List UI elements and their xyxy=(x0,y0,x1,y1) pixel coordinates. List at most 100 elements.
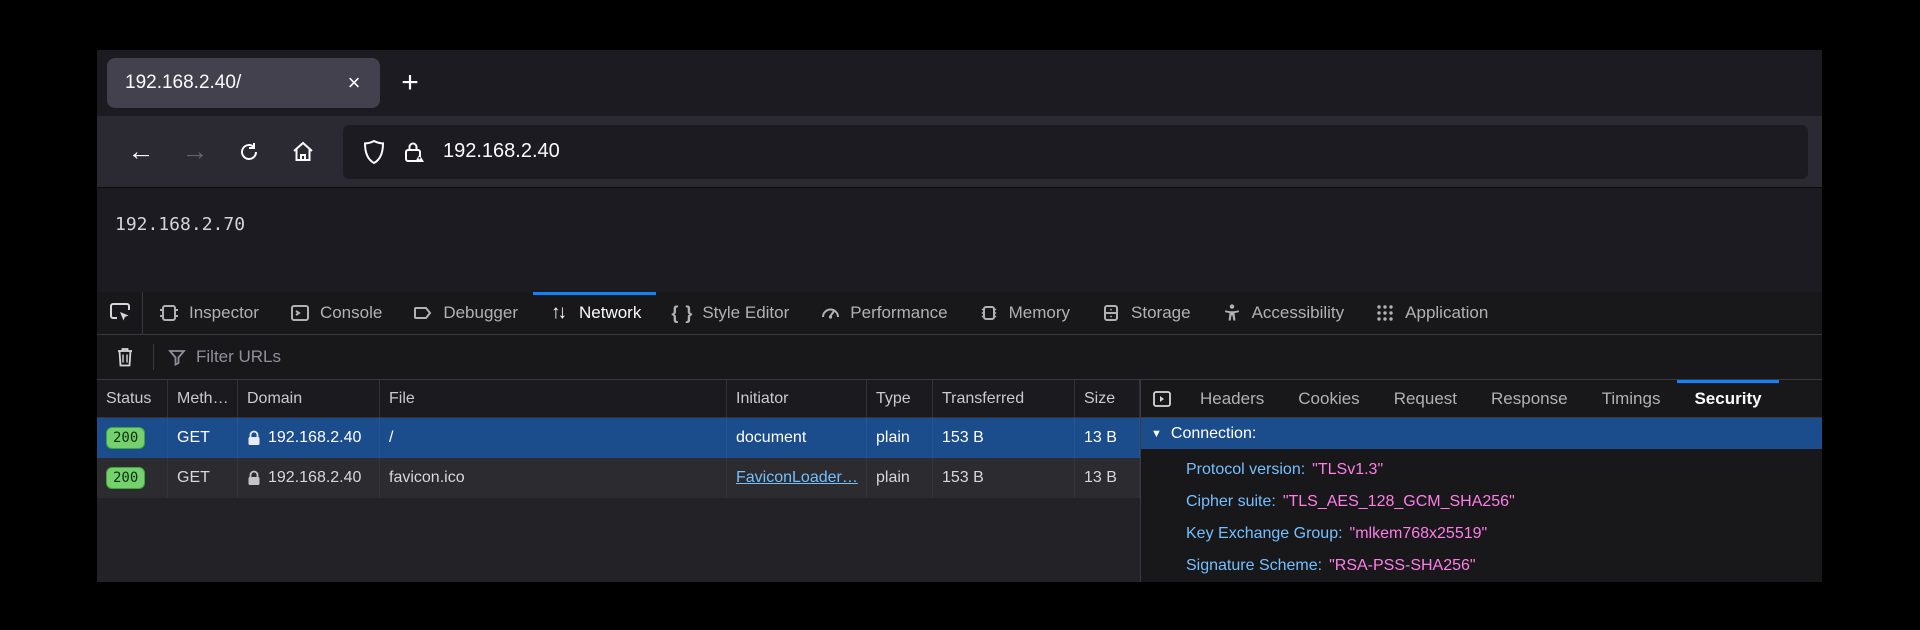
table-row[interactable]: 200 GET 192.168.2.40 favicon.ico Favicon… xyxy=(97,458,1140,498)
tab-response[interactable]: Response xyxy=(1474,380,1585,417)
transferred-cell: 153 B xyxy=(933,458,1075,498)
tab-console[interactable]: Console xyxy=(274,292,397,334)
tab-label: Storage xyxy=(1131,303,1191,323)
file-cell: / xyxy=(380,418,727,458)
sidebar-tab-bar: Headers Cookies Request Response Timings… xyxy=(1141,380,1822,418)
tab-label: Performance xyxy=(850,303,947,323)
accessibility-icon xyxy=(1221,302,1243,324)
reload-button[interactable] xyxy=(227,130,271,174)
security-detail-row: Cipher suite: "TLS_AES_128_GCM_SHA256" xyxy=(1186,486,1822,518)
tab-label: Style Editor xyxy=(702,303,789,323)
security-detail-row: Signature Scheme: "RSA-PSS-SHA256" xyxy=(1186,550,1822,582)
filter-urls-input[interactable]: Filter URLs xyxy=(196,347,281,367)
detail-value: "mlkem768x25519" xyxy=(1350,525,1488,543)
detail-value: "TLSv1.3" xyxy=(1312,461,1383,479)
detail-label: Key Exchange Group: xyxy=(1186,525,1343,543)
network-icon: ↑↓ xyxy=(548,302,570,324)
initiator-link[interactable]: FaviconLoader… xyxy=(736,469,858,487)
lock-icon xyxy=(247,430,261,446)
tab-label: Inspector xyxy=(189,303,259,323)
domain-cell: 192.168.2.40 xyxy=(238,458,380,498)
method-cell: GET xyxy=(168,418,238,458)
navigation-toolbar: ← → xyxy=(97,116,1822,188)
tab-label: Network xyxy=(579,303,641,323)
type-cell: plain xyxy=(867,418,933,458)
request-table-header: Status Meth… Domain File Initiator Type … xyxy=(97,380,1140,418)
url-bar[interactable]: 192.168.2.40 xyxy=(343,125,1808,179)
devtools-tab-bar: Inspector Console Debugger ↑ xyxy=(97,292,1822,335)
new-tab-button[interactable]: + xyxy=(390,63,430,103)
tab-inspector[interactable]: Inspector xyxy=(143,292,274,334)
tab-request[interactable]: Request xyxy=(1377,380,1474,417)
sidebar-toggle-icon[interactable] xyxy=(1141,380,1183,417)
col-initiator[interactable]: Initiator xyxy=(727,380,867,418)
memory-icon xyxy=(978,302,1000,324)
connection-section-header[interactable]: ▼ Connection: xyxy=(1141,418,1822,449)
col-transferred[interactable]: Transferred xyxy=(933,380,1075,418)
page-content: 192.168.2.70 xyxy=(97,188,1822,292)
tab-label: Memory xyxy=(1009,303,1070,323)
console-icon xyxy=(289,302,311,324)
connection-section-title: Connection: xyxy=(1171,425,1256,443)
domain-text: 192.168.2.40 xyxy=(268,469,361,487)
size-cell: 13 B xyxy=(1075,418,1140,458)
size-cell: 13 B xyxy=(1075,458,1140,498)
style-editor-icon: { } xyxy=(671,302,693,324)
tab-label: Debugger xyxy=(443,303,518,323)
debugger-icon xyxy=(412,302,434,324)
lock-warning-icon[interactable] xyxy=(397,135,431,169)
request-table: Status Meth… Domain File Initiator Type … xyxy=(97,380,1140,582)
browser-tab[interactable]: 192.168.2.40/ × xyxy=(107,58,380,108)
tab-performance[interactable]: Performance xyxy=(804,292,962,334)
network-main: Status Meth… Domain File Initiator Type … xyxy=(97,380,1822,582)
tab-application[interactable]: Application xyxy=(1359,292,1503,334)
detail-label: Protocol version: xyxy=(1186,461,1305,479)
status-badge: 200 xyxy=(106,467,145,490)
detail-label: Cipher suite: xyxy=(1186,493,1276,511)
tab-cookies[interactable]: Cookies xyxy=(1281,380,1376,417)
col-status[interactable]: Status xyxy=(97,380,168,418)
tab-timings[interactable]: Timings xyxy=(1585,380,1678,417)
application-icon xyxy=(1374,302,1396,324)
pick-element-button[interactable] xyxy=(97,292,143,334)
transferred-cell: 153 B xyxy=(933,418,1075,458)
tab-network[interactable]: ↑↓ Network xyxy=(533,292,656,334)
devtools-panel: Inspector Console Debugger ↑ xyxy=(97,292,1822,582)
tab-storage[interactable]: Storage xyxy=(1085,292,1206,334)
security-details: Protocol version: "TLSv1.3" Cipher suite… xyxy=(1141,449,1822,582)
tab-close-icon[interactable]: × xyxy=(340,69,368,97)
status-badge: 200 xyxy=(106,427,145,450)
home-button[interactable] xyxy=(281,130,325,174)
tab-security[interactable]: Security xyxy=(1677,380,1778,417)
filter-funnel-icon xyxy=(164,348,190,366)
method-cell: GET xyxy=(168,458,238,498)
network-filter-bar: Filter URLs xyxy=(97,335,1822,380)
col-domain[interactable]: Domain xyxy=(238,380,380,418)
tab-label: Application xyxy=(1405,303,1488,323)
detail-value: "RSA-PSS-SHA256" xyxy=(1329,557,1476,575)
url-text: 192.168.2.40 xyxy=(443,140,560,163)
col-size[interactable]: Size xyxy=(1075,380,1140,418)
type-cell: plain xyxy=(867,458,933,498)
col-file[interactable]: File xyxy=(380,380,727,418)
detail-value: "TLS_AES_128_GCM_SHA256" xyxy=(1283,493,1515,511)
request-table-empty-area xyxy=(97,498,1140,582)
tab-debugger[interactable]: Debugger xyxy=(397,292,533,334)
initiator-cell: document xyxy=(727,418,867,458)
page-body-text: 192.168.2.70 xyxy=(115,214,1822,235)
shield-icon[interactable] xyxy=(357,135,391,169)
tab-style-editor[interactable]: { } Style Editor xyxy=(656,292,804,334)
col-type[interactable]: Type xyxy=(867,380,933,418)
tab-memory[interactable]: Memory xyxy=(963,292,1085,334)
forward-button[interactable]: → xyxy=(173,130,217,174)
clear-requests-button[interactable] xyxy=(107,341,143,373)
back-button[interactable]: ← xyxy=(119,130,163,174)
request-details-sidebar: Headers Cookies Request Response Timings… xyxy=(1141,380,1822,582)
tab-headers[interactable]: Headers xyxy=(1183,380,1281,417)
toolbar-separator xyxy=(153,344,154,370)
tab-title: 192.168.2.40/ xyxy=(125,72,340,94)
tab-label: Accessibility xyxy=(1252,303,1345,323)
tab-accessibility[interactable]: Accessibility xyxy=(1206,292,1360,334)
col-method[interactable]: Meth… xyxy=(168,380,238,418)
table-row[interactable]: 200 GET 192.168.2.40 / document plai xyxy=(97,418,1140,458)
